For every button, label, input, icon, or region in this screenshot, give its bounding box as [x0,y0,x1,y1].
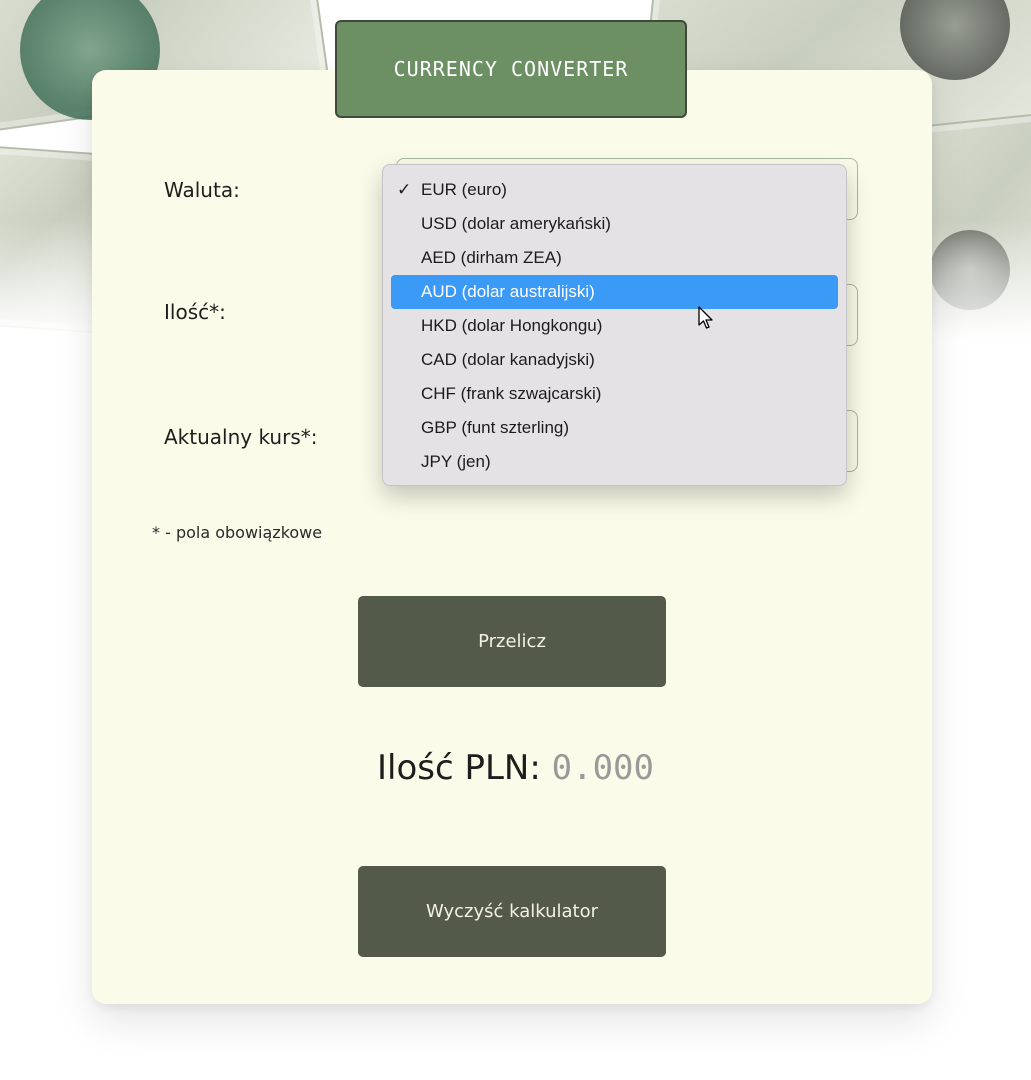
option-label: AED (dirham ZEA) [421,248,562,267]
currency-option-aed[interactable]: AED (dirham ZEA) [383,241,846,275]
option-label: EUR (euro) [421,180,507,199]
currency-dropdown-menu[interactable]: ✓ EUR (euro) USD (dolar amerykański) AED… [382,164,847,486]
app-title: CURRENCY CONVERTER [335,20,687,118]
amount-label: Ilość*: [164,300,226,324]
option-label: GBP (funt szterling) [421,418,570,437]
option-label: CHF (frank szwajcarski) [421,384,602,403]
checkmark-icon: ✓ [397,180,412,199]
option-label: JPY (jen) [421,452,491,471]
currency-option-hkd[interactable]: HKD (dolar Hongkongu) [383,309,846,343]
option-label: USD (dolar amerykański) [421,214,611,233]
currency-option-chf[interactable]: CHF (frank szwajcarski) [383,377,846,411]
currency-option-eur[interactable]: ✓ EUR (euro) [383,173,846,207]
required-fields-note: * - pola obowiązkowe [152,523,323,542]
rate-label: Aktualny kurs*: [164,425,318,449]
result-label: Ilość PLN: [377,748,541,788]
option-label: CAD (dolar kanadyjski) [421,350,595,369]
clear-calculator-button[interactable]: Wyczyść kalkulator [358,866,666,957]
calculate-button[interactable]: Przelicz [358,596,666,687]
result-display: Ilość PLN: 0.000 [0,748,1031,788]
option-label: AUD (dolar australijski) [421,282,595,301]
mouse-pointer-icon [698,306,713,329]
currency-option-usd[interactable]: USD (dolar amerykański) [383,207,846,241]
result-value: 0.000 [551,748,654,788]
currency-option-jpy[interactable]: JPY (jen) [383,445,846,479]
currency-option-gbp[interactable]: GBP (funt szterling) [383,411,846,445]
currency-option-cad[interactable]: CAD (dolar kanadyjski) [383,343,846,377]
option-label: HKD (dolar Hongkongu) [421,316,603,335]
banknote-seal [930,230,1010,310]
currency-label: Waluta: [164,178,240,202]
currency-option-aud[interactable]: AUD (dolar australijski) [391,275,838,309]
